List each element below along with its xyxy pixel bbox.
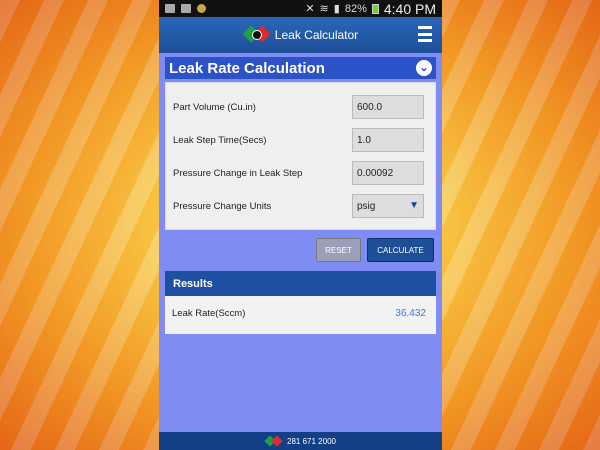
part-volume-input[interactable]: 600.0	[352, 95, 424, 119]
section-title: Leak Rate Calculation	[169, 59, 325, 77]
results-header: Results	[165, 271, 436, 296]
hamburger-menu-icon[interactable]	[418, 26, 432, 42]
pressure-units-select[interactable]: psig ▼	[352, 194, 424, 218]
footer-logo-icon	[264, 435, 283, 447]
app-logo-icon	[242, 25, 271, 45]
wifi-icon: ≋	[319, 3, 329, 15]
battery-icon	[371, 3, 379, 14]
calculation-form: Part Volume (Cu.in) 600.0 Leak Step Time…	[165, 82, 436, 230]
image-notification-icon	[165, 4, 175, 13]
clock: 4:40 PM	[383, 0, 436, 17]
leak-step-time-input[interactable]: 1.0	[352, 128, 424, 152]
chevron-down-icon[interactable]: ⌄	[416, 60, 432, 76]
form-row: Leak Step Time(Secs) 1.0	[166, 125, 435, 155]
form-row: Pressure Change Units psig ▼	[166, 191, 435, 221]
battery-percent: 82%	[344, 2, 367, 15]
footer-bar: 281 671 2000	[159, 432, 442, 450]
signal-icon: ▮	[333, 3, 340, 15]
part-volume-label: Part Volume (Cu.in)	[173, 101, 256, 113]
leak-rate-value: 36.432	[395, 308, 426, 319]
app-bar: Leak Calculator	[159, 17, 442, 53]
background-decoration	[440, 0, 600, 450]
phone-screen: ✕ ≋ ▮ 82% 4:40 PM Leak Calculator Leak R…	[159, 0, 442, 450]
calculate-button[interactable]: CALCULATE	[367, 238, 434, 262]
form-row: Pressure Change in Leak Step 0.00092	[166, 158, 435, 188]
app-title: Leak Calculator	[274, 28, 359, 42]
pressure-change-label: Pressure Change in Leak Step	[173, 167, 303, 179]
pressure-units-label: Pressure Change Units	[173, 200, 272, 212]
leak-rate-label: Leak Rate(Sccm)	[172, 308, 246, 319]
form-row: Part Volume (Cu.in) 600.0	[166, 92, 435, 122]
background-decoration	[0, 0, 160, 450]
dropdown-arrow-icon: ▼	[409, 200, 419, 211]
section-header[interactable]: Leak Rate Calculation ⌄	[165, 57, 436, 79]
pressure-change-input[interactable]: 0.00092	[352, 161, 424, 185]
alert-notification-icon	[197, 4, 206, 13]
status-bar: ✕ ≋ ▮ 82% 4:40 PM	[159, 0, 442, 17]
results-title: Results	[173, 277, 213, 290]
pressure-units-value: psig	[357, 200, 376, 212]
results-panel: Leak Rate(Sccm) 36.432	[165, 296, 436, 334]
reset-button[interactable]: RESET	[316, 238, 361, 262]
gallery-notification-icon	[181, 4, 191, 13]
leak-step-time-label: Leak Step Time(Secs)	[173, 134, 267, 146]
mute-icon: ✕	[305, 3, 315, 15]
footer-phone[interactable]: 281 671 2000	[287, 437, 336, 446]
